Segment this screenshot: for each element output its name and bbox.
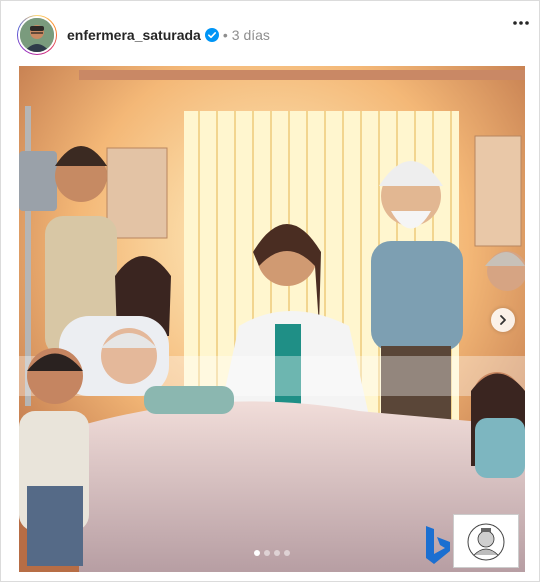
post-header: enfermera_saturada • 3 días [17,13,527,57]
carousel-indicators [19,550,525,556]
carousel-dot [284,550,290,556]
avatar-image [20,18,54,52]
bing-logo-icon [426,526,450,564]
separator-dot: • [222,27,228,43]
verified-badge-icon [204,28,219,42]
post-image [19,66,525,572]
avatar[interactable] [18,16,56,54]
post-media-carousel[interactable] [19,66,525,572]
carousel-dot-active [254,550,260,556]
post-time[interactable]: 3 días [232,27,270,43]
account-watermark-logo [453,514,519,568]
nurse-logo-icon [467,523,505,561]
post-card: enfermera_saturada • 3 días [0,0,540,582]
story-ring[interactable] [17,15,57,55]
username-link[interactable]: enfermera_saturada [67,27,201,43]
carousel-dot [264,550,270,556]
carousel-next-button[interactable] [491,308,515,332]
chevron-right-icon [500,315,506,325]
carousel-dot [274,550,280,556]
more-options-icon[interactable] [509,13,533,33]
